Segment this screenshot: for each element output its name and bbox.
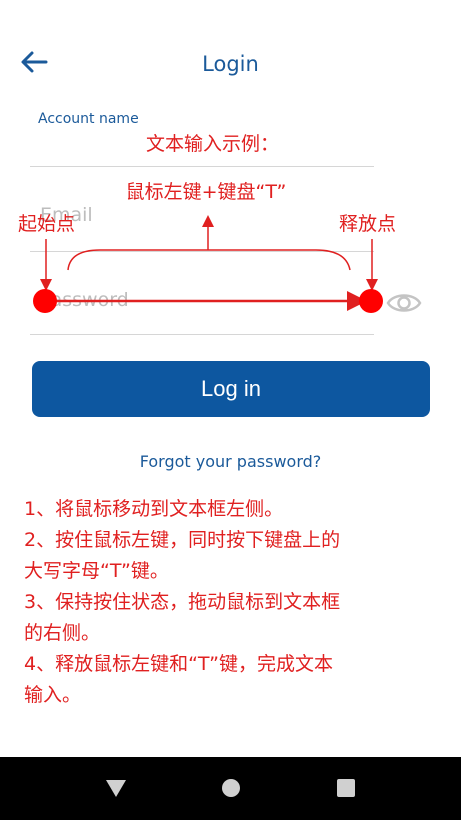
password-field[interactable]: Password — [40, 289, 129, 311]
forgot-password-link[interactable]: Forgot your password? — [0, 452, 461, 471]
password-underline — [30, 334, 374, 335]
annotation-bracket — [67, 249, 351, 271]
step-line: 大写字母“T”键。 — [24, 560, 169, 582]
eye-icon[interactable] — [386, 290, 422, 316]
step-line: 3、保持按住状态，拖动鼠标到文本框 — [24, 591, 341, 613]
annotation-title: 文本输入示例： — [145, 133, 279, 155]
step-line: 2、按住鼠标左键，同时按下键盘上的 — [24, 529, 341, 551]
account-name-label: Account name — [38, 111, 139, 127]
circle-home-icon[interactable] — [211, 770, 251, 806]
end-point-label: 释放点 — [339, 213, 397, 235]
end-point-dot — [359, 289, 383, 313]
email-underline — [30, 251, 374, 252]
login-button[interactable]: Log in — [32, 361, 430, 417]
annotation-subtitle: 鼠标左键+键盘“T” — [125, 181, 287, 203]
instruction-steps: 1、将鼠标移动到文本框左侧。 2、按住鼠标左键，同时按下键盘上的 大写字母“T”… — [24, 494, 444, 711]
step-line: 输入。 — [24, 684, 82, 706]
step-line: 1、将鼠标移动到文本框左侧。 — [24, 498, 284, 520]
step-line: 4、释放鼠标左键和“T”键，完成文本 — [24, 653, 333, 675]
square-recents-icon[interactable] — [326, 770, 366, 806]
start-point-label: 起始点 — [18, 213, 76, 235]
triangle-back-icon[interactable] — [96, 770, 136, 806]
page-title: Login — [202, 52, 259, 76]
account-name-underline — [30, 166, 374, 167]
step-line: 的右侧。 — [24, 622, 101, 644]
